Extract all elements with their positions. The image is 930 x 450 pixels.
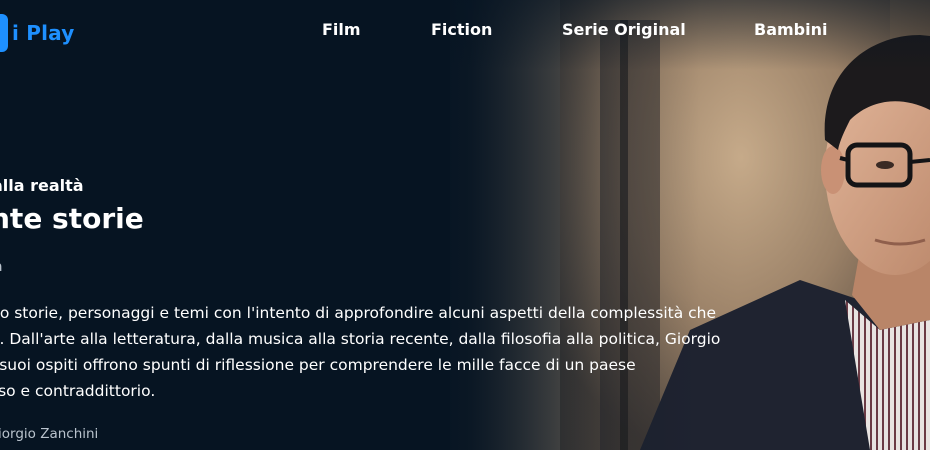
nav-item-serie-original[interactable]: Serie Original — [562, 20, 686, 39]
program-genre: a — [0, 259, 3, 275]
nav-item-bambini[interactable]: Bambini — [754, 20, 827, 39]
description-line: no storie, personaggi e temi con l'inten… — [0, 304, 717, 322]
main-nav: Film Fiction Serie Original Bambini — [0, 20, 930, 44]
program-category: alla realtà — [0, 176, 84, 195]
description-line: i suoi ospiti offrono spunti di riflessi… — [0, 356, 636, 374]
program-description: no storie, personaggi e temi con l'inten… — [0, 300, 810, 404]
program-title: nte storie — [0, 202, 144, 235]
description-line: sso e contraddittorio. — [0, 382, 156, 400]
nav-item-film[interactable]: Film — [322, 20, 361, 39]
nav-item-fiction[interactable]: Fiction — [431, 20, 492, 39]
program-credits: iorgio Zanchini — [0, 426, 99, 442]
description-line: a. Dall'arte alla letteratura, dalla mus… — [0, 330, 721, 348]
